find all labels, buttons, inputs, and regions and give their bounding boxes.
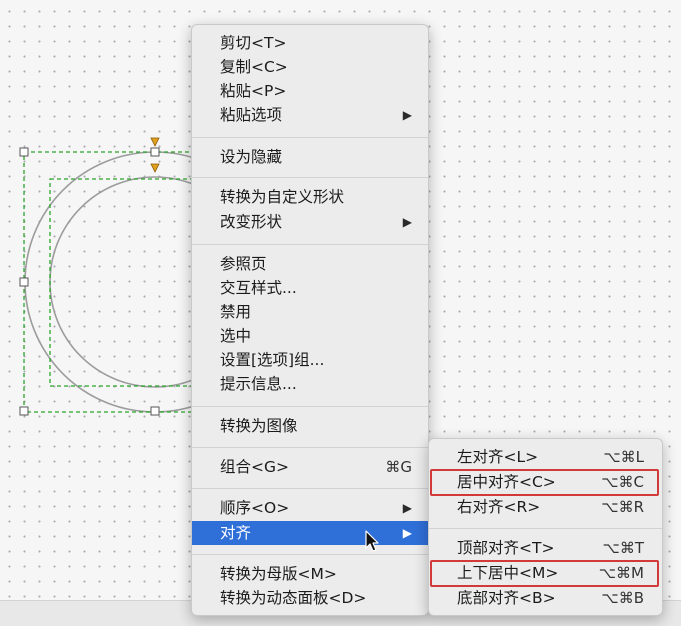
resize-handles[interactable] [19, 147, 160, 416]
annotation-box-middle-align [430, 560, 659, 587]
menu-item-label: 对齐 [220, 524, 252, 542]
menu-item-label: 粘贴<P> [220, 82, 287, 100]
annotation-box-center-align [430, 469, 659, 496]
menu-separator [192, 177, 428, 178]
menu-item-order[interactable]: 顺序<O> ▶ [192, 496, 428, 520]
menu-item-label: 参照页 [220, 255, 267, 273]
menu-separator [192, 137, 428, 138]
menu-item-convert-image[interactable]: 转换为图像 [192, 414, 428, 438]
shortcut-label: ⌥⌘L [603, 448, 644, 466]
menu-item-label: 转换为母版<M> [220, 565, 337, 583]
menu-item-label: 右对齐<R> [457, 498, 541, 516]
menu-item-label: 禁用 [220, 303, 252, 321]
context-menu: 剪切<T> 复制<C> 粘贴<P> 粘贴选项 ▶ 设为隐藏 转换为自定义形状 改变… [191, 24, 429, 616]
submenu-arrow-icon: ▶ [402, 108, 412, 122]
menu-item-label: 提示信息... [220, 375, 297, 393]
submenu-arrow-icon: ▶ [402, 215, 412, 229]
shortcut-label: ⌥⌘B [601, 589, 644, 607]
menu-item-label: 交互样式... [220, 279, 297, 297]
menu-item-convert-custom-shape[interactable]: 转换为自定义形状 [192, 185, 428, 209]
menu-item-group[interactable]: 组合<G> ⌘G [192, 455, 428, 479]
menu-item-change-shape[interactable]: 改变形状 ▶ [192, 210, 428, 234]
menu-item-cut[interactable]: 剪切<T> [192, 31, 428, 55]
submenu-arrow-icon: ▶ [402, 501, 412, 515]
submenu-item-align-top[interactable]: 顶部对齐<T> ⌥⌘T [429, 536, 662, 560]
menu-item-label: 转换为图像 [220, 417, 298, 435]
shortcut-label: ⌥⌘R [601, 498, 644, 516]
menu-item-label: 复制<C> [220, 58, 288, 76]
menu-item-label: 顺序<O> [220, 499, 290, 517]
menu-item-label: 组合<G> [220, 458, 289, 476]
submenu-arrow-icon: ▶ [402, 526, 412, 540]
menu-separator [192, 244, 428, 245]
menu-separator [429, 528, 662, 529]
mouse-pointer-icon [365, 530, 379, 552]
menu-item-copy[interactable]: 复制<C> [192, 55, 428, 79]
menu-item-convert-master[interactable]: 转换为母版<M> [192, 562, 428, 586]
menu-item-label: 顶部对齐<T> [457, 539, 555, 557]
menu-separator [192, 488, 428, 489]
submenu-item-align-right[interactable]: 右对齐<R> ⌥⌘R [429, 495, 662, 519]
submenu-item-align-bottom[interactable]: 底部对齐<B> ⌥⌘B [429, 586, 662, 610]
menu-item-label: 选中 [220, 327, 252, 345]
menu-item-label: 设置[选项]组... [220, 351, 325, 369]
menu-item-convert-dynamic-panel[interactable]: 转换为动态面板<D> [192, 586, 428, 610]
menu-item-tooltip[interactable]: 提示信息... [192, 372, 428, 396]
shortcut-label: ⌥⌘T [602, 539, 644, 557]
menu-separator [192, 554, 428, 555]
menu-item-set-option-group[interactable]: 设置[选项]组... [192, 348, 428, 372]
menu-item-label: 剪切<T> [220, 34, 287, 52]
menu-item-label: 粘贴选项 [220, 106, 283, 124]
menu-separator [192, 406, 428, 407]
menu-item-set-hidden[interactable]: 设为隐藏 [192, 145, 428, 169]
menu-item-paste[interactable]: 粘贴<P> [192, 79, 428, 103]
menu-item-label: 左对齐<L> [457, 448, 539, 466]
menu-item-label: 改变形状 [220, 213, 283, 231]
shortcut-label: ⌘G [385, 458, 412, 476]
menu-item-reference-page[interactable]: 参照页 [192, 252, 428, 276]
menu-item-label: 转换为自定义形状 [220, 188, 345, 206]
menu-item-selected[interactable]: 选中 [192, 324, 428, 348]
menu-item-disabled[interactable]: 禁用 [192, 300, 428, 324]
submenu-item-align-left[interactable]: 左对齐<L> ⌥⌘L [429, 445, 662, 469]
menu-item-label: 转换为动态面板<D> [220, 589, 367, 607]
menu-separator [192, 447, 428, 448]
menu-item-label: 设为隐藏 [220, 148, 283, 166]
menu-item-interaction-styles[interactable]: 交互样式... [192, 276, 428, 300]
menu-item-align[interactable]: 对齐 ▶ [192, 521, 428, 545]
menu-item-label: 底部对齐<B> [457, 589, 556, 607]
menu-item-paste-options[interactable]: 粘贴选项 ▶ [192, 103, 428, 127]
align-submenu: 左对齐<L> ⌥⌘L 居中对齐<C> ⌥⌘C 右对齐<R> ⌥⌘R 顶部对齐<T> ⌥⌘… [428, 438, 663, 616]
